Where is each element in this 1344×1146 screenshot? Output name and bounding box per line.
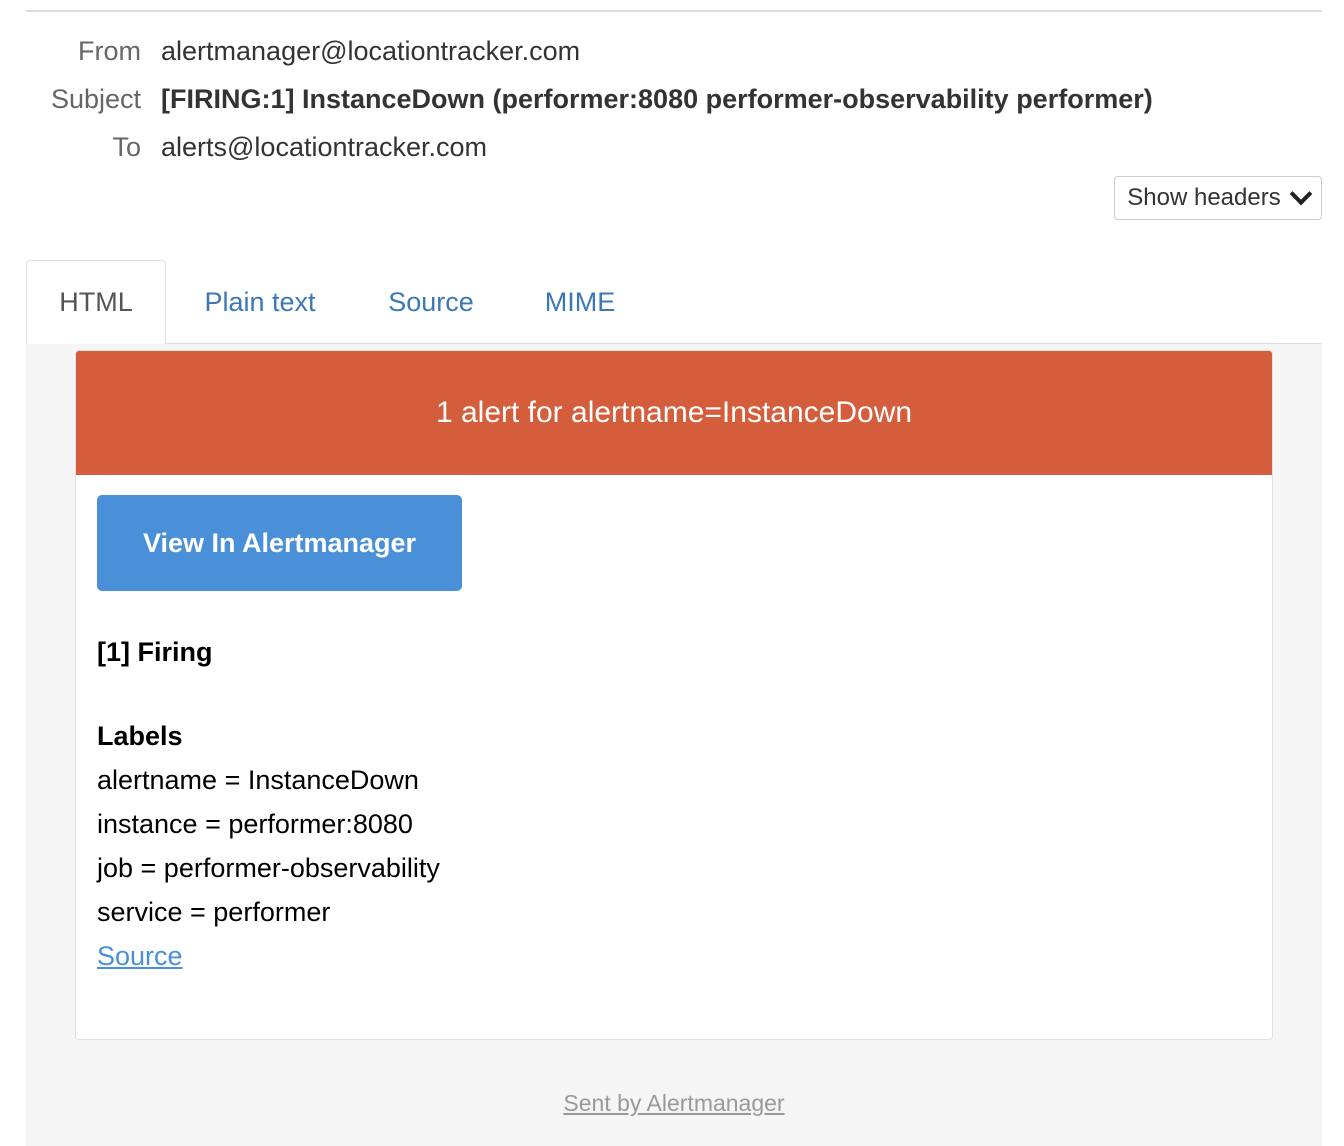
- subject-value: [FIRING:1] InstanceDown (performer:8080 …: [161, 84, 1153, 114]
- tab-source[interactable]: Source: [366, 260, 496, 344]
- view-tabs: HTML Plain text Source MIME: [26, 260, 1322, 345]
- show-headers-label: Show headers: [1127, 184, 1281, 211]
- label-item: service = performer: [97, 897, 331, 927]
- from-row: From alertmanager@locationtracker.com: [26, 36, 1322, 84]
- to-label: To: [112, 132, 141, 162]
- top-divider: [26, 10, 1322, 12]
- source-link[interactable]: Source: [97, 941, 183, 971]
- from-value: alertmanager@locationtracker.com: [161, 36, 581, 66]
- tab-html[interactable]: HTML: [26, 260, 166, 345]
- alert-card: 1 alert for alertname=InstanceDown View …: [75, 350, 1273, 1040]
- show-headers-button[interactable]: Show headers: [1114, 176, 1322, 220]
- sent-by-alertmanager-link[interactable]: Sent by Alertmanager: [563, 1090, 784, 1116]
- tab-mime[interactable]: MIME: [528, 260, 632, 344]
- footer: Sent by Alertmanager: [26, 1090, 1322, 1117]
- to-value: alerts@locationtracker.com: [161, 132, 488, 162]
- email-headers: From alertmanager@locationtracker.com Su…: [26, 36, 1322, 180]
- to-row: To alerts@locationtracker.com: [26, 132, 1322, 180]
- from-label: From: [78, 36, 141, 66]
- alert-banner: 1 alert for alertname=InstanceDown: [76, 351, 1272, 475]
- label-item: instance = performer:8080: [97, 809, 413, 839]
- label-item: job = performer-observability: [97, 853, 440, 883]
- source-link-row: Source: [97, 941, 183, 972]
- labels-heading: Labels: [97, 721, 183, 751]
- firing-heading: [1] Firing: [97, 637, 213, 667]
- tab-plain-text[interactable]: Plain text: [186, 260, 334, 344]
- chevron-down-icon: [1289, 182, 1313, 206]
- subject-row: Subject [FIRING:1] InstanceDown (perform…: [26, 84, 1322, 132]
- email-body-area: 1 alert for alertname=InstanceDown View …: [26, 344, 1322, 1146]
- view-in-alertmanager-button[interactable]: View In Alertmanager: [97, 495, 462, 591]
- label-item: alertname = InstanceDown: [97, 765, 419, 795]
- subject-label: Subject: [50, 84, 141, 114]
